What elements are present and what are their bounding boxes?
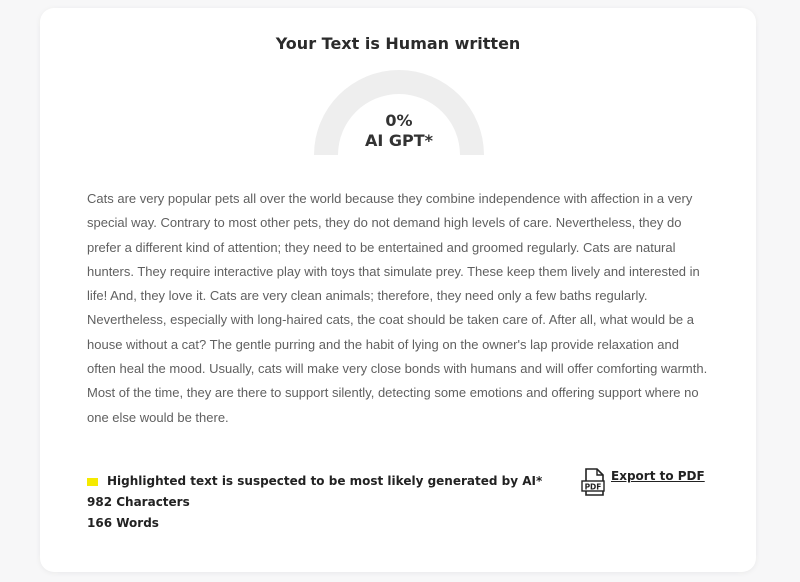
- pdf-file-icon: PDF: [581, 468, 605, 496]
- ai-score-gauge: 0% AI GPT*: [314, 69, 484, 155]
- highlight-swatch: [87, 477, 98, 486]
- character-count: 982 Characters: [87, 495, 190, 509]
- gauge-label: AI GPT*: [364, 131, 434, 150]
- result-title: Your Text is Human written: [275, 34, 521, 53]
- result-card: Your Text is Human written 0% AI GPT* Ca…: [40, 8, 756, 572]
- word-count: 166 Words: [87, 516, 159, 530]
- highlight-note: Highlighted text is suspected to be most…: [107, 474, 543, 488]
- analyzed-text: Cats are very popular pets all over the …: [87, 191, 708, 425]
- svg-text:PDF: PDF: [585, 483, 602, 492]
- stats-legend: Highlighted text is suspected to be most…: [87, 471, 542, 534]
- gauge-percent: 0%: [385, 111, 413, 130]
- export-pdf-label[interactable]: Export to PDF: [611, 469, 705, 483]
- export-pdf-button[interactable]: PDF Export to PDF: [581, 468, 705, 496]
